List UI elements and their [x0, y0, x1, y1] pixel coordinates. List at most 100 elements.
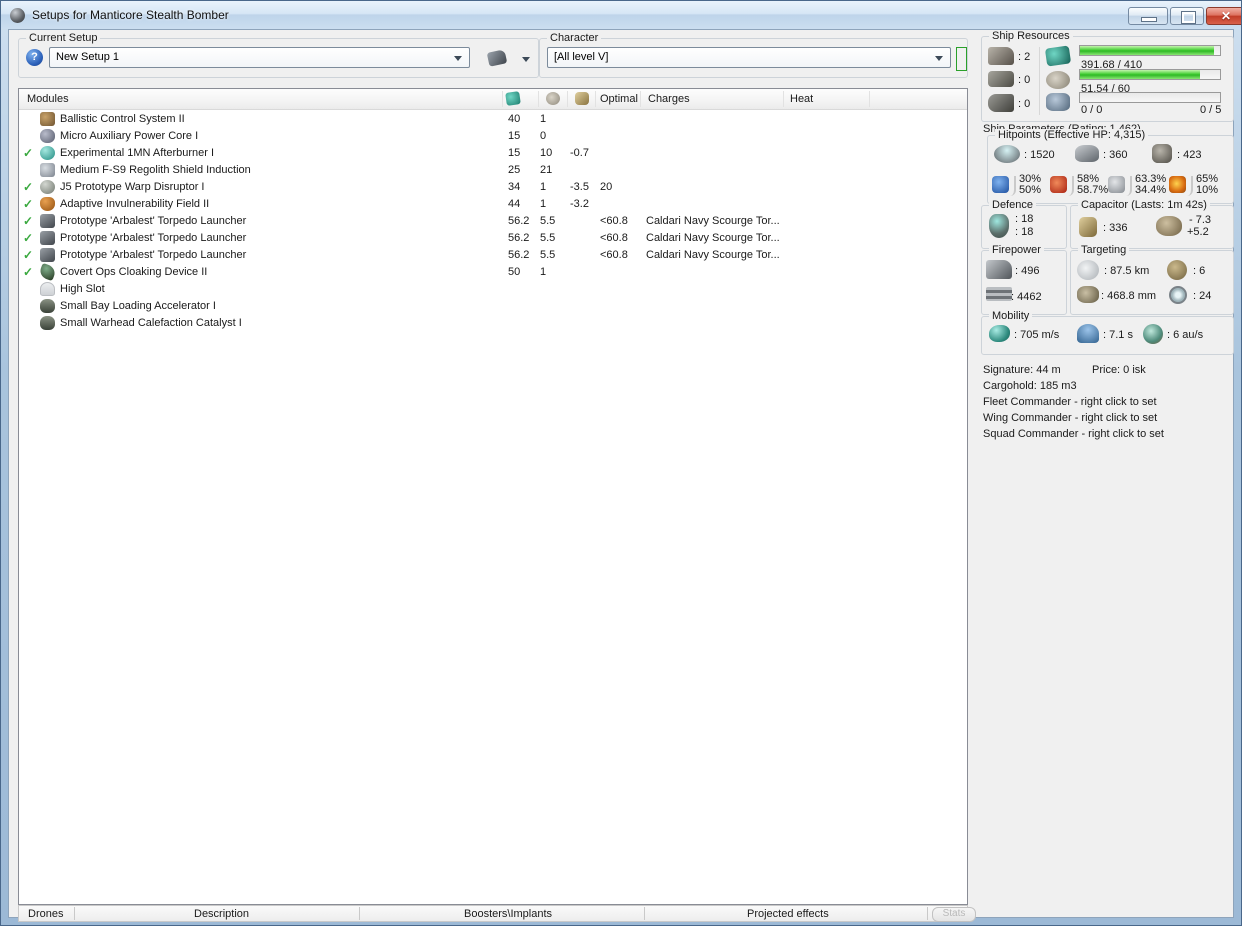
titlebar[interactable]: Setups for Manticore Stealth Bomber ✕ [1, 1, 1241, 29]
signature-text: Signature: 44 m [983, 364, 1061, 376]
rig-icon [40, 316, 55, 330]
right-panel: Ship Resources : 2 : 0 : 0 391.68 / 410 … [977, 30, 1237, 917]
align-time-value: : 7.1 s [1103, 329, 1133, 341]
bcs-icon [40, 112, 55, 126]
stats-button[interactable]: Stats [932, 907, 976, 922]
module-cap-use: -3.5 [570, 181, 589, 193]
module-name: Ballistic Control System II [60, 113, 185, 125]
module-name: Covert Ops Cloaking Device II [60, 266, 208, 278]
capacitor-column-icon[interactable] [575, 92, 589, 105]
squad-commander-text[interactable]: Squad Commander - right click to set [983, 428, 1164, 440]
volley-icon [986, 260, 1012, 279]
character-select-value: [All level V] [554, 51, 609, 63]
warp-speed-value: : 6 au/s [1167, 329, 1204, 341]
powergrid-column-icon[interactable] [546, 92, 560, 105]
module-name: Small Warhead Calefaction Catalyst I [60, 317, 242, 329]
module-row[interactable]: ✓ Adaptive Invulnerability Field II 44 1 -3.… [19, 196, 967, 213]
fleet-commander-text[interactable]: Fleet Commander - right click to set [983, 396, 1157, 408]
chevron-down-icon [454, 56, 462, 61]
max-targets-icon [1167, 260, 1187, 280]
help-icon[interactable]: ? [26, 49, 43, 66]
hull-hp-value: : 423 [1177, 149, 1202, 161]
bottom-tab-bar: Drones Description Boosters\Implants Pro… [18, 905, 976, 922]
defence-title: Defence [989, 199, 1036, 211]
price-text: Price: 0 isk [1092, 364, 1146, 376]
thermal-resist-icon [1050, 176, 1067, 193]
hitpoints-group: Hitpoints (Effective HP: 4,315) : 1520 :… [987, 129, 1234, 204]
tab-drones[interactable]: Drones [28, 908, 63, 920]
column-modules[interactable]: Modules [27, 93, 69, 105]
rig-slots-value: : 0 [1018, 98, 1031, 110]
module-row[interactable]: Small Warhead Calefaction Catalyst I [19, 315, 967, 332]
fitted-check-icon: ✓ [23, 248, 34, 262]
window-title: Setups for Manticore Stealth Bomber [32, 8, 229, 22]
current-setup-label: Current Setup [26, 32, 101, 44]
cpu-column-icon[interactable] [505, 91, 521, 106]
module-row[interactable]: ✓ Prototype 'Arbalest' Torpedo Launcher 56… [19, 247, 967, 264]
module-row[interactable]: Medium F-S9 Regolith Shield Induction 25 2… [19, 162, 967, 179]
app-icon [10, 8, 25, 23]
mobility-title: Mobility [989, 310, 1033, 322]
module-row[interactable]: Micro Auxiliary Power Core I 15 0 [19, 128, 967, 145]
tab-description[interactable]: Description [194, 908, 249, 920]
fitted-check-icon: ✓ [23, 146, 34, 160]
character-select[interactable]: [All level V] [547, 47, 951, 68]
tab-boosters-implants[interactable]: Boosters\Implants [464, 908, 552, 920]
module-row[interactable]: ✓ Covert Ops Cloaking Device II 50 1 [19, 262, 967, 282]
powergrid-bar [1079, 69, 1221, 80]
eft-setup-window: Setups for Manticore Stealth Bomber ✕ Cu… [0, 0, 1242, 926]
wing-commander-text[interactable]: Wing Commander - right click to set [983, 412, 1157, 424]
module-row[interactable]: ✓ Prototype 'Arbalest' Torpedo Launcher 56… [19, 230, 967, 247]
afterburner-icon [40, 146, 55, 160]
client-area: Current Setup ? New Setup 1 Character [A… [8, 29, 1237, 922]
setup-tools-button[interactable] [478, 47, 536, 71]
module-row[interactable]: Small Bay Loading Accelerator I [19, 298, 967, 315]
defence-shield-icon [989, 214, 1009, 238]
module-optimal: 20 [600, 181, 613, 193]
module-row[interactable]: ✓ Experimental 1MN Afterburner I 15 10 -0.7 [19, 145, 967, 162]
max-velocity-value: : 705 m/s [1014, 329, 1060, 341]
module-cpu: 34 [508, 181, 521, 193]
capacitor-icon [1079, 217, 1097, 237]
targeting-group: Targeting : 87.5 km : 6 : 468.8 mm : 24 [1070, 244, 1234, 315]
module-name: Adaptive Invulnerability Field II [60, 198, 210, 210]
module-powergrid: 5.5 [540, 215, 556, 227]
module-cpu: 50 [508, 266, 521, 278]
module-powergrid: 1 [540, 266, 547, 278]
invuln-field-icon [40, 197, 55, 211]
drone-count-text: 0 / 5 [1200, 104, 1222, 116]
module-row[interactable]: ✓ Prototype 'Arbalest' Torpedo Launcher 56… [19, 213, 967, 230]
shield-hp-value: : 1520 [1024, 149, 1055, 161]
module-cpu: 15 [508, 147, 521, 159]
module-name: J5 Prototype Warp Disruptor I [60, 181, 205, 193]
module-name: Medium F-S9 Regolith Shield Induction [60, 164, 251, 176]
defence-value-1: : 18 [1015, 213, 1034, 225]
kinetic-resist-icon [1108, 176, 1125, 193]
module-cap-use: -0.7 [570, 147, 589, 159]
column-charges[interactable]: Charges [648, 93, 690, 105]
capacitor-group: Capacitor (Lasts: 1m 42s) : 336 - 7.3 +5… [1070, 199, 1234, 249]
module-optimal: <60.8 [600, 215, 628, 227]
maximize-icon [1181, 11, 1196, 24]
firepower-title: Firepower [989, 244, 1044, 256]
turret-hardpoints-icon [988, 47, 1014, 65]
setup-select[interactable]: New Setup 1 [49, 47, 470, 68]
module-list-header[interactable]: Modules Optimal Charges Heat [19, 89, 967, 110]
ship-resources-title: Ship Resources [989, 30, 1073, 42]
armor-hp-icon [1075, 145, 1099, 162]
maximize-button[interactable] [1170, 7, 1204, 25]
character-label: Character [547, 32, 602, 44]
module-row[interactable]: ✓ J5 Prototype Warp Disruptor I 34 1 -3.5 20 [19, 179, 967, 196]
minimize-button[interactable] [1128, 7, 1168, 25]
module-row[interactable]: Ballistic Control System II 40 1 [19, 111, 967, 128]
fitted-check-icon: ✓ [23, 197, 34, 211]
module-row[interactable]: High Slot [19, 281, 967, 298]
column-heat[interactable]: Heat [790, 93, 813, 105]
tab-projected-effects[interactable]: Projected effects [747, 908, 829, 920]
dps-value: : 4462 [1011, 291, 1042, 303]
close-button[interactable]: ✕ [1206, 7, 1241, 25]
module-list[interactable]: Modules Optimal Charges Heat Ballistic C… [18, 88, 968, 905]
targeting-title: Targeting [1078, 244, 1130, 256]
module-optimal: <60.8 [600, 249, 628, 261]
column-optimal[interactable]: Optimal [600, 93, 638, 105]
